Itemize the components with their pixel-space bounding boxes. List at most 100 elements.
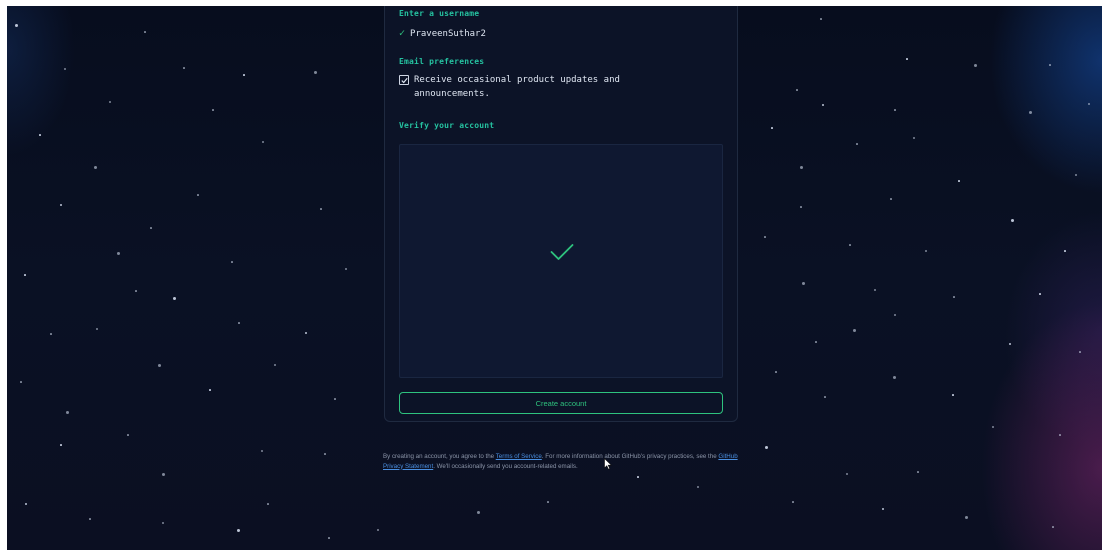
star (1059, 434, 1061, 436)
star (64, 68, 67, 71)
star (849, 244, 851, 246)
email-preferences-option[interactable]: Receive occasional product updates and a… (399, 73, 699, 101)
star (127, 434, 129, 436)
star (305, 332, 308, 335)
terms-text-3: . We'll occasionally send you account-re… (433, 462, 578, 470)
username-label: Enter a username (399, 9, 480, 18)
star (856, 143, 858, 145)
star (267, 503, 269, 505)
star (796, 89, 798, 91)
star (894, 314, 897, 317)
terms-notice: By creating an account, you agree to the… (383, 452, 743, 471)
star (50, 333, 52, 335)
star (1009, 343, 1012, 346)
star (853, 329, 856, 332)
star (824, 396, 826, 398)
screenshot-page: Enter a username ✓ PraveenSuthar2 Email … (0, 0, 1102, 550)
verify-account-label: Verify your account (399, 121, 495, 130)
star (953, 296, 955, 298)
terms-of-service-link[interactable]: Terms of Service (496, 453, 542, 460)
mouse-cursor-icon (604, 458, 612, 470)
star (117, 252, 120, 255)
star (144, 31, 146, 33)
star (882, 508, 885, 511)
star (547, 501, 549, 503)
terms-text-2: . For more information about GitHub's pr… (541, 453, 719, 460)
star (238, 322, 240, 324)
star (637, 476, 639, 478)
star (209, 389, 211, 391)
star (1064, 250, 1066, 252)
star (893, 376, 896, 379)
star (890, 198, 892, 200)
signup-form-card: Enter a username ✓ PraveenSuthar2 Email … (384, 6, 738, 422)
star (262, 141, 265, 144)
star (324, 453, 326, 455)
star (815, 341, 817, 343)
star (94, 166, 97, 169)
star (1079, 351, 1081, 353)
star (958, 180, 960, 182)
star (96, 328, 99, 331)
star (913, 137, 916, 140)
captcha-verification-box[interactable] (399, 144, 723, 378)
valid-check-icon: ✓ (399, 28, 406, 39)
star (377, 529, 380, 532)
star (1039, 293, 1041, 295)
star (917, 471, 919, 473)
star (60, 444, 62, 446)
email-preferences-checkbox[interactable] (399, 75, 409, 85)
star (894, 109, 896, 111)
star (197, 194, 199, 196)
checkbox-check-icon (400, 77, 408, 83)
star (802, 282, 805, 285)
star (158, 364, 161, 367)
star (800, 166, 803, 169)
star (243, 74, 245, 76)
star (775, 371, 777, 373)
star (274, 364, 277, 367)
star (320, 208, 322, 210)
star (765, 446, 768, 449)
star (846, 473, 849, 476)
star (974, 64, 977, 67)
star (162, 522, 165, 525)
star (792, 501, 794, 503)
star (1052, 526, 1054, 528)
star (109, 101, 112, 104)
star (212, 109, 214, 111)
star (89, 518, 91, 520)
star (1029, 111, 1032, 114)
star (800, 206, 802, 208)
star (183, 67, 185, 69)
star (1088, 103, 1091, 106)
star (237, 529, 240, 532)
star (822, 104, 825, 107)
terms-text-1: By creating an account, you agree to the (383, 453, 496, 460)
star (173, 297, 176, 300)
username-field[interactable]: ✓ PraveenSuthar2 (399, 27, 486, 41)
create-account-button[interactable]: Create account (399, 392, 723, 414)
star (150, 227, 152, 229)
star (820, 18, 822, 20)
star (874, 289, 877, 292)
checkmark-icon (550, 244, 574, 260)
star (771, 127, 773, 129)
star (906, 58, 908, 60)
star (345, 268, 348, 271)
star (25, 503, 28, 506)
star (952, 394, 954, 396)
star (1049, 64, 1051, 66)
star (231, 261, 233, 263)
star (20, 381, 22, 383)
signup-page-background: Enter a username ✓ PraveenSuthar2 Email … (7, 6, 1102, 550)
star (1011, 219, 1014, 222)
star (60, 204, 63, 207)
star (261, 450, 264, 453)
star (162, 473, 165, 476)
star (66, 411, 69, 414)
star (334, 398, 336, 400)
star (477, 511, 480, 514)
star (15, 24, 18, 27)
star (135, 290, 137, 292)
